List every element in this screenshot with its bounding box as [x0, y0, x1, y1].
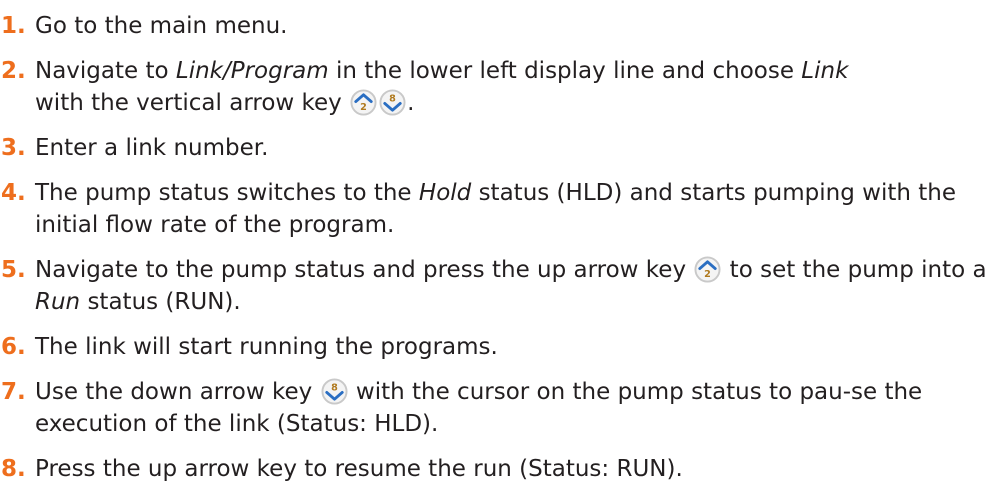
step-6: 6. The link will start running the progr… [0, 331, 1005, 363]
up-arrow-key-2-icon: 2 [350, 89, 377, 116]
instruction-page: 1. Go to the main menu. 2. Navigate to L… [0, 0, 1005, 482]
step-number: 8. [1, 456, 26, 482]
status-run: Run [35, 289, 81, 315]
svg-text:2: 2 [705, 269, 712, 280]
svg-text:8: 8 [331, 383, 338, 394]
svg-text:8: 8 [389, 94, 396, 105]
step-text: The pump status switches to the Hold sta… [35, 180, 956, 238]
menu-path-link-program: Link/Program [175, 58, 329, 84]
step-number: 1. [1, 13, 26, 39]
step-number: 3. [1, 135, 26, 161]
step-text: Enter a link number. [35, 135, 269, 161]
step-7: 7. Use the down arrow key 8 with the cur… [0, 376, 1005, 440]
step-4: 4. The pump status switches to the Hold … [0, 177, 1005, 241]
step-number: 6. [1, 334, 26, 360]
step-text: Go to the main menu. [35, 13, 288, 39]
step-number: 5. [1, 257, 26, 283]
step-5: 5. Navigate to the pump status and press… [0, 254, 1005, 318]
svg-text:2: 2 [360, 102, 367, 113]
step-number: 2. [1, 58, 26, 84]
step-1: 1. Go to the main menu. [0, 10, 1005, 42]
step-text: Navigate to Link/Program in the lower le… [35, 58, 849, 116]
step-3: 3. Enter a link number. [0, 132, 1005, 164]
option-link: Link [801, 58, 849, 84]
step-text: Navigate to the pump status and press th… [35, 256, 987, 315]
status-hold: Hold [418, 180, 472, 206]
down-arrow-key-8-icon: 8 [321, 378, 348, 405]
step-text: Press the up arrow key to resume the run… [35, 456, 683, 482]
step-number: 4. [1, 180, 26, 206]
up-arrow-key-2-icon: 2 [694, 256, 721, 283]
down-arrow-key-8-icon: 8 [379, 89, 406, 116]
step-text: Use the down arrow key 8 with the cursor… [35, 378, 923, 437]
step-number: 7. [1, 379, 26, 405]
step-2: 2. Navigate to Link/Program in the lower… [0, 55, 1005, 119]
step-text: The link will start running the programs… [35, 334, 498, 360]
steps-list: 1. Go to the main menu. 2. Navigate to L… [0, 10, 1005, 485]
step-8: 8. Press the up arrow key to resume the … [0, 453, 1005, 485]
